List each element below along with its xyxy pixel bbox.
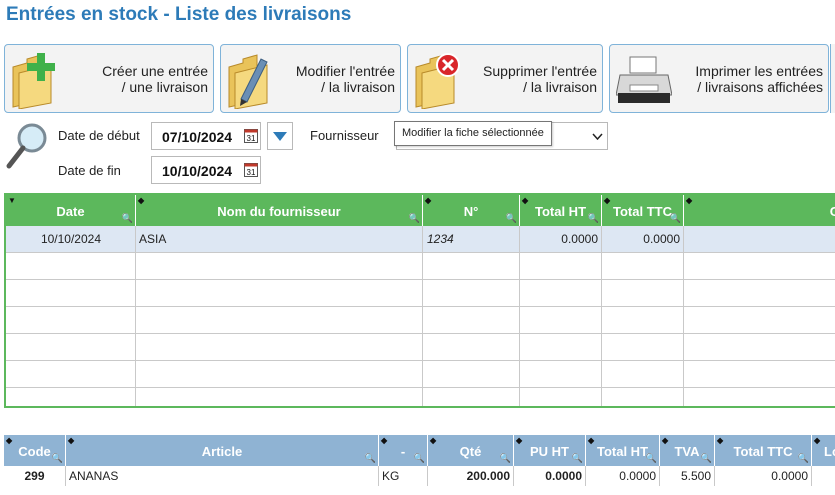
cell-supplier: ASIA	[136, 226, 423, 252]
column-header-code[interactable]: ◆ Code 🔍	[4, 435, 66, 466]
column-header-total-ttc[interactable]: ◆ Total TTC 🔍	[602, 195, 684, 226]
table-row[interactable]	[6, 361, 835, 388]
column-header-total-ttc[interactable]: ◆ Total TTC 🔍	[715, 435, 812, 466]
create-entry-label-2: / une livraison	[121, 79, 208, 95]
folder-edit-icon	[228, 54, 268, 109]
calendar-day: 31	[247, 134, 256, 143]
start-date-value: 07/10/2024	[162, 129, 233, 145]
table-row[interactable]	[6, 334, 835, 361]
column-header-date[interactable]: ▼ Date 🔍	[6, 195, 136, 226]
modify-entry-button[interactable]: Modifier l'entrée / la livraison	[220, 44, 401, 113]
table-row[interactable]	[6, 307, 835, 334]
table-row[interactable]: 10/10/2024 ASIA 1234 0.0000 0.0000	[6, 226, 835, 253]
deliveries-table: ▼ Date 🔍 ◆ Nom du fournisseur 🔍 ◆ N° 🔍 ◆ Total …	[4, 193, 835, 408]
cell-total-ht: 0.0000	[586, 466, 660, 486]
supplier-label: Fournisseur	[310, 128, 379, 143]
print-entries-label-2: / livraisons affichées	[697, 79, 823, 95]
cell-total-ttc: 0.0000	[602, 226, 684, 252]
cell-article: ANANAS	[66, 466, 379, 486]
column-header-supplier[interactable]: ◆ Nom du fournisseur 🔍	[136, 195, 423, 226]
calendar-day: 31	[247, 168, 256, 177]
modify-entry-label-2: / la livraison	[321, 79, 395, 95]
chevron-down-icon	[592, 133, 603, 140]
column-header-number[interactable]: ◆ N° 🔍	[423, 195, 520, 226]
column-header-article[interactable]: ◆ Article 🔍	[66, 435, 379, 466]
date-range-dropdown-button[interactable]	[267, 122, 293, 150]
table-row[interactable]	[6, 280, 835, 307]
folder-add-icon	[12, 53, 55, 109]
end-date-label: Date de fin	[58, 163, 121, 178]
table-row[interactable]: 299 ANANAS KG 200.000 0.0000 0.0000 5.50…	[4, 466, 835, 486]
cell-qty: 200.000	[428, 466, 514, 486]
delete-entry-button[interactable]: Supprimer l'entrée / la livraison	[407, 44, 603, 113]
delete-entry-label-2: / la livraison	[523, 79, 597, 95]
cell-total-ttc: 0.0000	[715, 466, 812, 486]
column-header-pu-ht[interactable]: ◆ PU HT 🔍	[514, 435, 586, 466]
table-row[interactable]	[6, 253, 835, 280]
cell-number: 1234	[423, 226, 520, 252]
chevron-down-icon	[273, 132, 287, 141]
column-header-total-ht[interactable]: ◆ Total HT 🔍	[520, 195, 602, 226]
column-header-tva[interactable]: ◆ TVA 🔍	[660, 435, 715, 466]
print-entries-label-1: Imprimer les entrées	[695, 63, 823, 79]
calendar-icon[interactable]: 31	[244, 128, 258, 143]
cell-pu-ht: 0.0000	[514, 466, 586, 486]
cell-unit: KG	[379, 466, 428, 486]
print-entries-button[interactable]: Imprimer les entrées / livraisons affiché…	[609, 44, 829, 113]
create-entry-label-1: Créer une entrée	[102, 63, 208, 79]
articles-table: ◆ Code 🔍 ◆ Article 🔍 ◆ - 🔍 ◆ Qté 🔍 ◆ PU HT 🔍 ◆ Tota…	[4, 435, 835, 495]
search-icon	[6, 123, 47, 169]
start-date-label: Date de début	[58, 128, 140, 143]
end-date-value: 10/10/2024	[162, 163, 233, 179]
create-entry-button[interactable]: Créer une entrée / une livraison	[4, 44, 214, 113]
cell-code: 299	[4, 466, 66, 486]
toolbar-overflow	[830, 44, 835, 113]
start-date-field[interactable]: 07/10/2024 31	[151, 122, 261, 150]
column-header-lo[interactable]: ◆Lo	[812, 435, 835, 466]
folder-delete-icon	[415, 53, 460, 109]
cell-total-ht: 0.0000	[520, 226, 602, 252]
delete-entry-label-1: Supprimer l'entrée	[483, 63, 597, 79]
column-header-qty[interactable]: ◆ Qté 🔍	[428, 435, 514, 466]
cell-date: 10/10/2024	[6, 226, 136, 252]
tooltip: Modifier la fiche sélectionnée	[394, 121, 552, 146]
printer-icon	[616, 56, 672, 103]
calendar-icon[interactable]: 31	[244, 162, 258, 177]
page-title: Entrées en stock - Liste des livraisons	[6, 4, 352, 25]
table-row[interactable]	[6, 388, 835, 406]
cell-tva: 5.500	[660, 466, 715, 486]
end-date-field[interactable]: 10/10/2024 31	[151, 156, 261, 184]
modify-entry-label-1: Modifier l'entrée	[295, 63, 395, 79]
column-header-c[interactable]: ◆C	[684, 195, 835, 226]
column-header-total-ht[interactable]: ◆ Total HT 🔍	[586, 435, 660, 466]
column-header-unit[interactable]: ◆ - 🔍	[379, 435, 428, 466]
